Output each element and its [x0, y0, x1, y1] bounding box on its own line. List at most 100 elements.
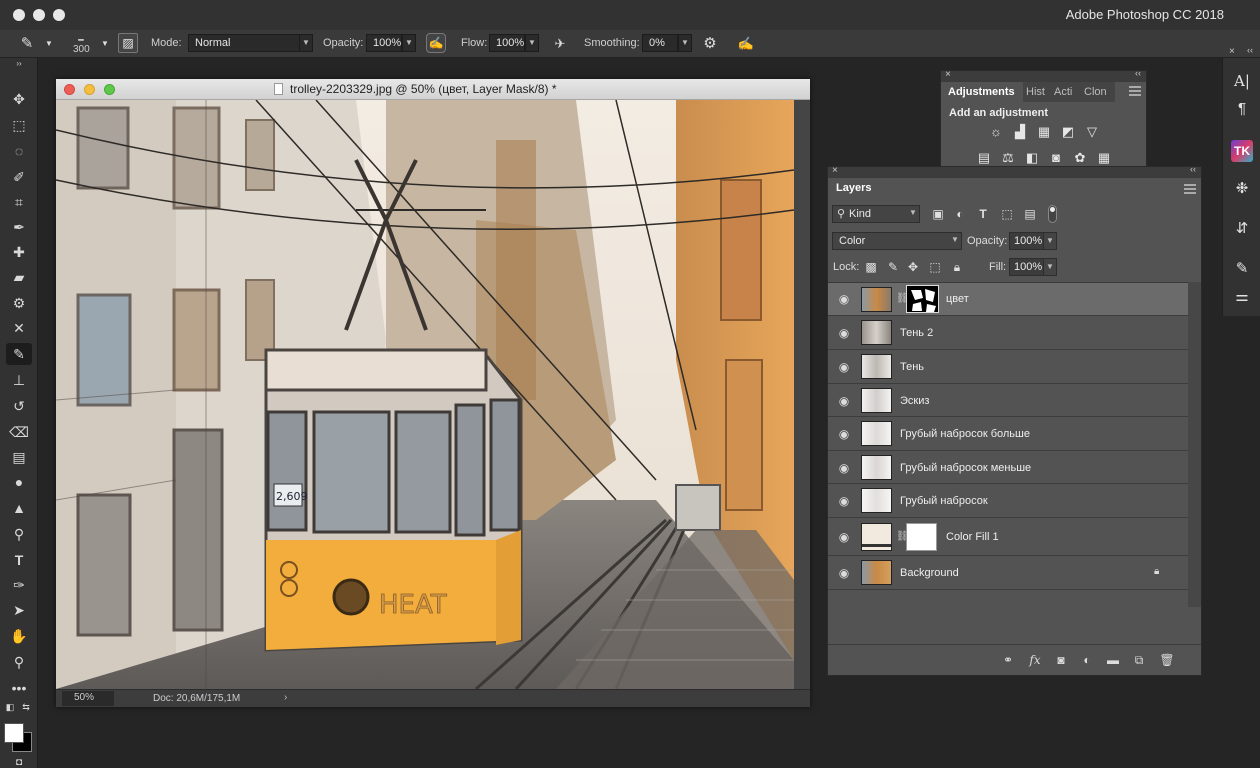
tab-clone-source[interactable]: Clon: [1081, 82, 1115, 102]
brush-settings-toggle-icon[interactable]: ▨: [118, 33, 138, 53]
brush-tool-preset-icon[interactable]: ✎: [18, 35, 36, 53]
levels-icon[interactable]: ▟: [1011, 124, 1029, 140]
opacity-field[interactable]: 100%: [366, 34, 402, 52]
hand-tool-icon[interactable]: ✋: [6, 625, 32, 647]
chevron-down-icon[interactable]: ▼: [948, 232, 962, 250]
visibility-eye-icon[interactable]: ◉: [836, 428, 852, 440]
smoothing-field[interactable]: 0%: [642, 34, 678, 52]
vibrance-icon[interactable]: ▽: [1083, 124, 1101, 140]
chevron-down-icon[interactable]: ▼: [678, 34, 692, 52]
lock-image-icon[interactable]: ✎: [885, 259, 901, 275]
hue-saturation-icon[interactable]: ▤: [975, 150, 993, 166]
marquee-tool-icon[interactable]: ⬚: [6, 114, 32, 136]
healing-brush-tool-icon[interactable]: ✚: [6, 241, 32, 263]
layer-mask-thumbnail[interactable]: [906, 285, 939, 313]
tab-layers[interactable]: Layers: [830, 178, 878, 198]
lock-transparent-icon[interactable]: ▩: [863, 259, 879, 275]
adjustment-filter-icon[interactable]: ◐: [952, 206, 968, 222]
type-filter-icon[interactable]: T: [975, 206, 991, 222]
gradient-tool-icon[interactable]: ▤: [6, 446, 32, 468]
tab-actions[interactable]: Acti: [1051, 82, 1081, 102]
color-balance-icon[interactable]: ⚖: [999, 150, 1017, 166]
mode-select[interactable]: Normal: [188, 34, 300, 52]
default-colors-icon[interactable]: ◧: [2, 701, 18, 713]
zoom-window-button[interactable]: [53, 9, 65, 21]
layer-mask-thumbnail[interactable]: [906, 523, 937, 551]
layer-name[interactable]: Тень 2: [900, 327, 933, 339]
chevron-down-icon[interactable]: ▼: [1043, 232, 1057, 250]
image-canvas[interactable]: HEAT 2,609: [56, 100, 794, 689]
content-aware-move-tool-icon[interactable]: ✕: [6, 317, 32, 339]
properties-panel-icon[interactable]: ⚌: [1231, 286, 1253, 308]
color-lookup-icon[interactable]: ▦: [1095, 150, 1113, 166]
chevron-down-icon[interactable]: ▼: [1043, 258, 1057, 276]
fx-icon[interactable]: fx: [1026, 651, 1044, 669]
collapse-icon[interactable]: ‹‹: [1190, 164, 1196, 174]
swap-colors-icon[interactable]: ⇆: [18, 701, 34, 713]
layer-row[interactable]: ◉ Тень: [828, 350, 1188, 384]
tab-adjustments[interactable]: Adjustments: [943, 82, 1020, 102]
quick-mask-icon[interactable]: ◘: [6, 758, 32, 768]
dodge-tool-icon[interactable]: ⚲: [6, 523, 32, 545]
chevron-down-icon[interactable]: ▼: [40, 35, 58, 53]
close-window-button[interactable]: [13, 9, 25, 21]
layer-row[interactable]: ◉ Грубый набросок больше: [828, 417, 1188, 451]
history-brush-tool-icon[interactable]: ↺: [6, 395, 32, 417]
move-tool-icon[interactable]: ✥: [6, 88, 32, 110]
gear-icon[interactable]: ⚙: [701, 35, 719, 53]
shape-filter-icon[interactable]: ⬚: [999, 206, 1015, 222]
brightness-icon[interactable]: ☼: [987, 124, 1005, 140]
visibility-eye-icon[interactable]: ◉: [836, 293, 852, 305]
maximize-document-button[interactable]: [104, 84, 115, 95]
zoom-tool-icon[interactable]: ⚲: [6, 651, 32, 673]
pressure-opacity-icon[interactable]: ✍: [426, 33, 446, 53]
foreground-color-swatch[interactable]: [4, 723, 24, 743]
vertical-scrollbar[interactable]: [794, 100, 810, 689]
pressure-size-icon[interactable]: ✍: [737, 35, 755, 53]
link-layers-icon[interactable]: ⚭: [999, 651, 1017, 669]
close-icon[interactable]: ×: [1229, 46, 1235, 57]
visibility-eye-icon[interactable]: ◉: [836, 361, 852, 373]
collapse-icon[interactable]: ‹‹: [1247, 45, 1253, 55]
chevron-down-icon[interactable]: ▼: [299, 34, 313, 52]
link-icon[interactable]: ⛓︎: [896, 293, 909, 304]
group-icon[interactable]: ▬: [1104, 651, 1122, 669]
layer-row[interactable]: ◉ Тень 2: [828, 316, 1188, 350]
chevron-down-icon[interactable]: ▼: [96, 35, 114, 53]
pen-tool-icon[interactable]: ✑: [6, 574, 32, 596]
lasso-tool-icon[interactable]: ◌: [6, 140, 32, 162]
flow-field[interactable]: 100%: [489, 34, 525, 52]
link-icon[interactable]: ⛓︎: [896, 531, 909, 542]
visibility-eye-icon[interactable]: ◉: [836, 395, 852, 407]
brushes-panel-icon[interactable]: ⇵: [1231, 218, 1253, 240]
collapse-icon[interactable]: ‹‹: [1135, 68, 1141, 78]
blur-tool-icon[interactable]: ●: [6, 471, 32, 493]
panel-menu-icon[interactable]: [1184, 184, 1196, 194]
eyedropper-tool-icon[interactable]: ✒: [6, 216, 32, 238]
layer-row[interactable]: ◉ Грубый набросок: [828, 484, 1188, 518]
layer-name[interactable]: Грубый набросок больше: [900, 428, 1030, 440]
clone-stamp-tool-icon[interactable]: ⊥: [6, 369, 32, 391]
airbrush-icon[interactable]: ✈: [551, 35, 569, 53]
minimize-window-button[interactable]: [33, 9, 45, 21]
blend-mode-select[interactable]: Color: [832, 232, 962, 250]
exposure-icon[interactable]: ◩: [1059, 124, 1077, 140]
layer-row[interactable]: ◉ Background 🔒︎: [828, 556, 1188, 590]
visibility-eye-icon[interactable]: ◉: [836, 495, 852, 507]
close-icon[interactable]: ×: [945, 69, 951, 80]
layer-row[interactable]: ◉ Грубый набросок меньше: [828, 451, 1188, 484]
close-document-button[interactable]: [64, 84, 75, 95]
layers-scrollbar[interactable]: [1188, 282, 1201, 607]
visibility-eye-icon[interactable]: ◉: [836, 531, 852, 543]
brush-tool-icon[interactable]: ✎: [6, 343, 32, 365]
new-layer-icon[interactable]: ⧉: [1130, 651, 1148, 669]
adjustment-layer-icon[interactable]: ◐: [1078, 651, 1096, 669]
minimize-document-button[interactable]: [84, 84, 95, 95]
layer-name[interactable]: Color Fill 1: [946, 531, 999, 543]
brush-presets-icon[interactable]: ✎: [1231, 258, 1253, 280]
lock-all-icon[interactable]: 🔒︎: [949, 259, 965, 275]
layer-row[interactable]: ◉ Эскиз: [828, 384, 1188, 417]
layer-name[interactable]: Background: [900, 567, 959, 579]
pixel-filter-icon[interactable]: ▣: [930, 206, 946, 222]
paragraph-panel-icon[interactable]: ¶: [1231, 98, 1253, 120]
